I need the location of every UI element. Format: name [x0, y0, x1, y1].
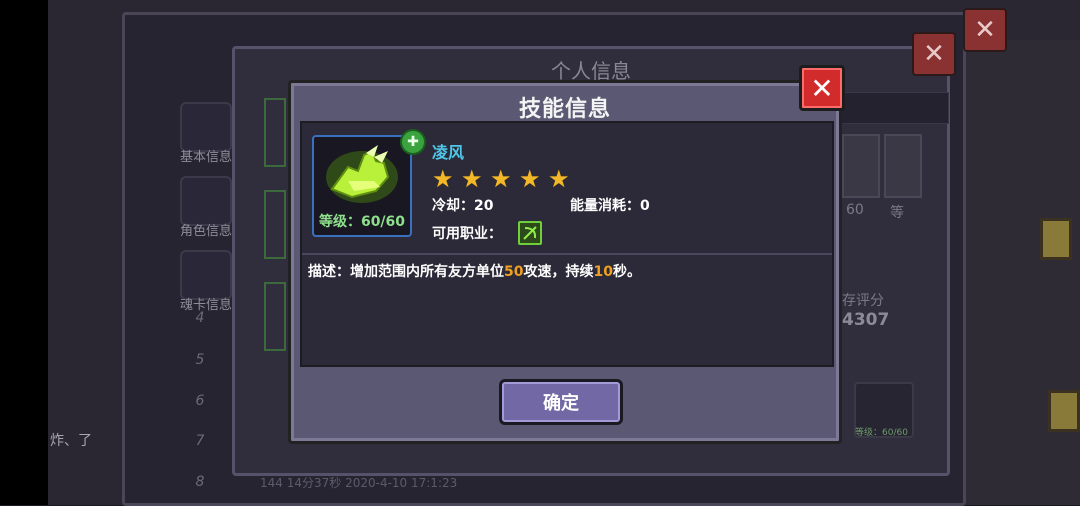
menu-item-soul-card-info[interactable]: 魂卡信息: [172, 244, 238, 316]
close-icon: ✕: [810, 71, 834, 105]
description-text: 描述：增加范围内所有友方单位: [308, 264, 504, 280]
description-highlight: 10: [593, 264, 613, 280]
close-button[interactable]: ✕: [799, 65, 845, 111]
back-close-button[interactable]: ✕: [963, 8, 1007, 52]
skill-slot-level: 等级：60/60: [855, 428, 908, 438]
energy-value: 0: [640, 198, 650, 214]
house-window: [1040, 218, 1072, 260]
avatar-level: 60: [846, 202, 864, 218]
description-text: 攻速，持续: [523, 264, 594, 280]
wind-boot-icon: [326, 145, 398, 203]
menu-item-character-info[interactable]: 角色信息: [172, 170, 238, 242]
score-value: 4307: [842, 310, 890, 330]
player-caption: 炸、了: [50, 433, 92, 449]
score-label: 存评分: [842, 293, 884, 309]
star-icon: ★: [432, 165, 454, 193]
cooldown-label: 冷却：: [432, 198, 474, 214]
skill-level: 等级：60/60: [318, 214, 406, 230]
skill-description: 描述：增加范围内所有友方单位50攻速，持续10秒。: [308, 261, 641, 281]
energy-label: 能量消耗：: [570, 198, 640, 214]
skill-icon-frame: ✚ 等级：60/60: [312, 129, 426, 237]
menu-item-basic-info[interactable]: 基本信息: [172, 96, 238, 168]
star-icon: ★: [519, 165, 541, 193]
rank-selector[interactable]: [827, 92, 949, 124]
description-text: 秒。: [612, 264, 641, 280]
star-icon: ★: [461, 165, 483, 193]
row-highlight: [264, 98, 286, 167]
description-highlight: 50: [504, 264, 524, 280]
star-icon: [180, 102, 232, 152]
dialog-title: 技能信息: [518, 97, 611, 122]
left-border: [0, 0, 48, 505]
class-label: 可用职业：: [432, 226, 502, 242]
star-icon: ★: [548, 165, 570, 193]
house-background: [960, 40, 1080, 505]
row-number: 7: [195, 433, 205, 449]
cooldown-value: 20: [474, 198, 494, 214]
skill-detail-panel: ✚ 等级：60/60 凌风 ★ ★ ★ ★ ★ 冷却：20 能量消耗：0 可用职业： 描…: [300, 121, 834, 367]
row-number: 6: [195, 393, 205, 409]
row-highlight: [264, 190, 286, 259]
row-number: 5: [195, 352, 205, 368]
skill-info-dialog: 技能信息 ✕ ✚ 等级：60/60 凌风 ★ ★ ★ ★ ★ 冷却：20 能量消耗：0 …: [288, 65, 845, 444]
confirm-button[interactable]: 确定: [499, 379, 623, 425]
table-row: 144 14分37秒 2020-4-10 17:1:23: [260, 476, 458, 490]
house-window: [1048, 390, 1080, 432]
upgrade-plus-icon: ✚: [400, 129, 426, 155]
row-highlight: [264, 282, 286, 351]
bow-class-icon: [518, 221, 542, 245]
avatar: [842, 134, 880, 198]
personal-info-close-button[interactable]: ✕: [912, 32, 956, 76]
star-icon: ★: [490, 165, 512, 193]
avatar-level: 等: [890, 205, 904, 221]
skill-name: 凌风: [432, 143, 465, 162]
menu-label: 基本信息: [179, 150, 232, 165]
menu-label: 角色信息: [179, 224, 232, 239]
cooldown-stat: 冷却：20: [432, 195, 493, 215]
star-rating: ★ ★ ★ ★ ★: [432, 167, 573, 191]
energy-stat: 能量消耗：0: [570, 195, 650, 215]
card-icon: [180, 250, 232, 300]
helmet-icon: [180, 176, 232, 226]
row-number: 4: [195, 310, 205, 326]
row-number: 8: [195, 474, 205, 490]
divider: [302, 253, 832, 255]
avatar: [884, 134, 922, 198]
